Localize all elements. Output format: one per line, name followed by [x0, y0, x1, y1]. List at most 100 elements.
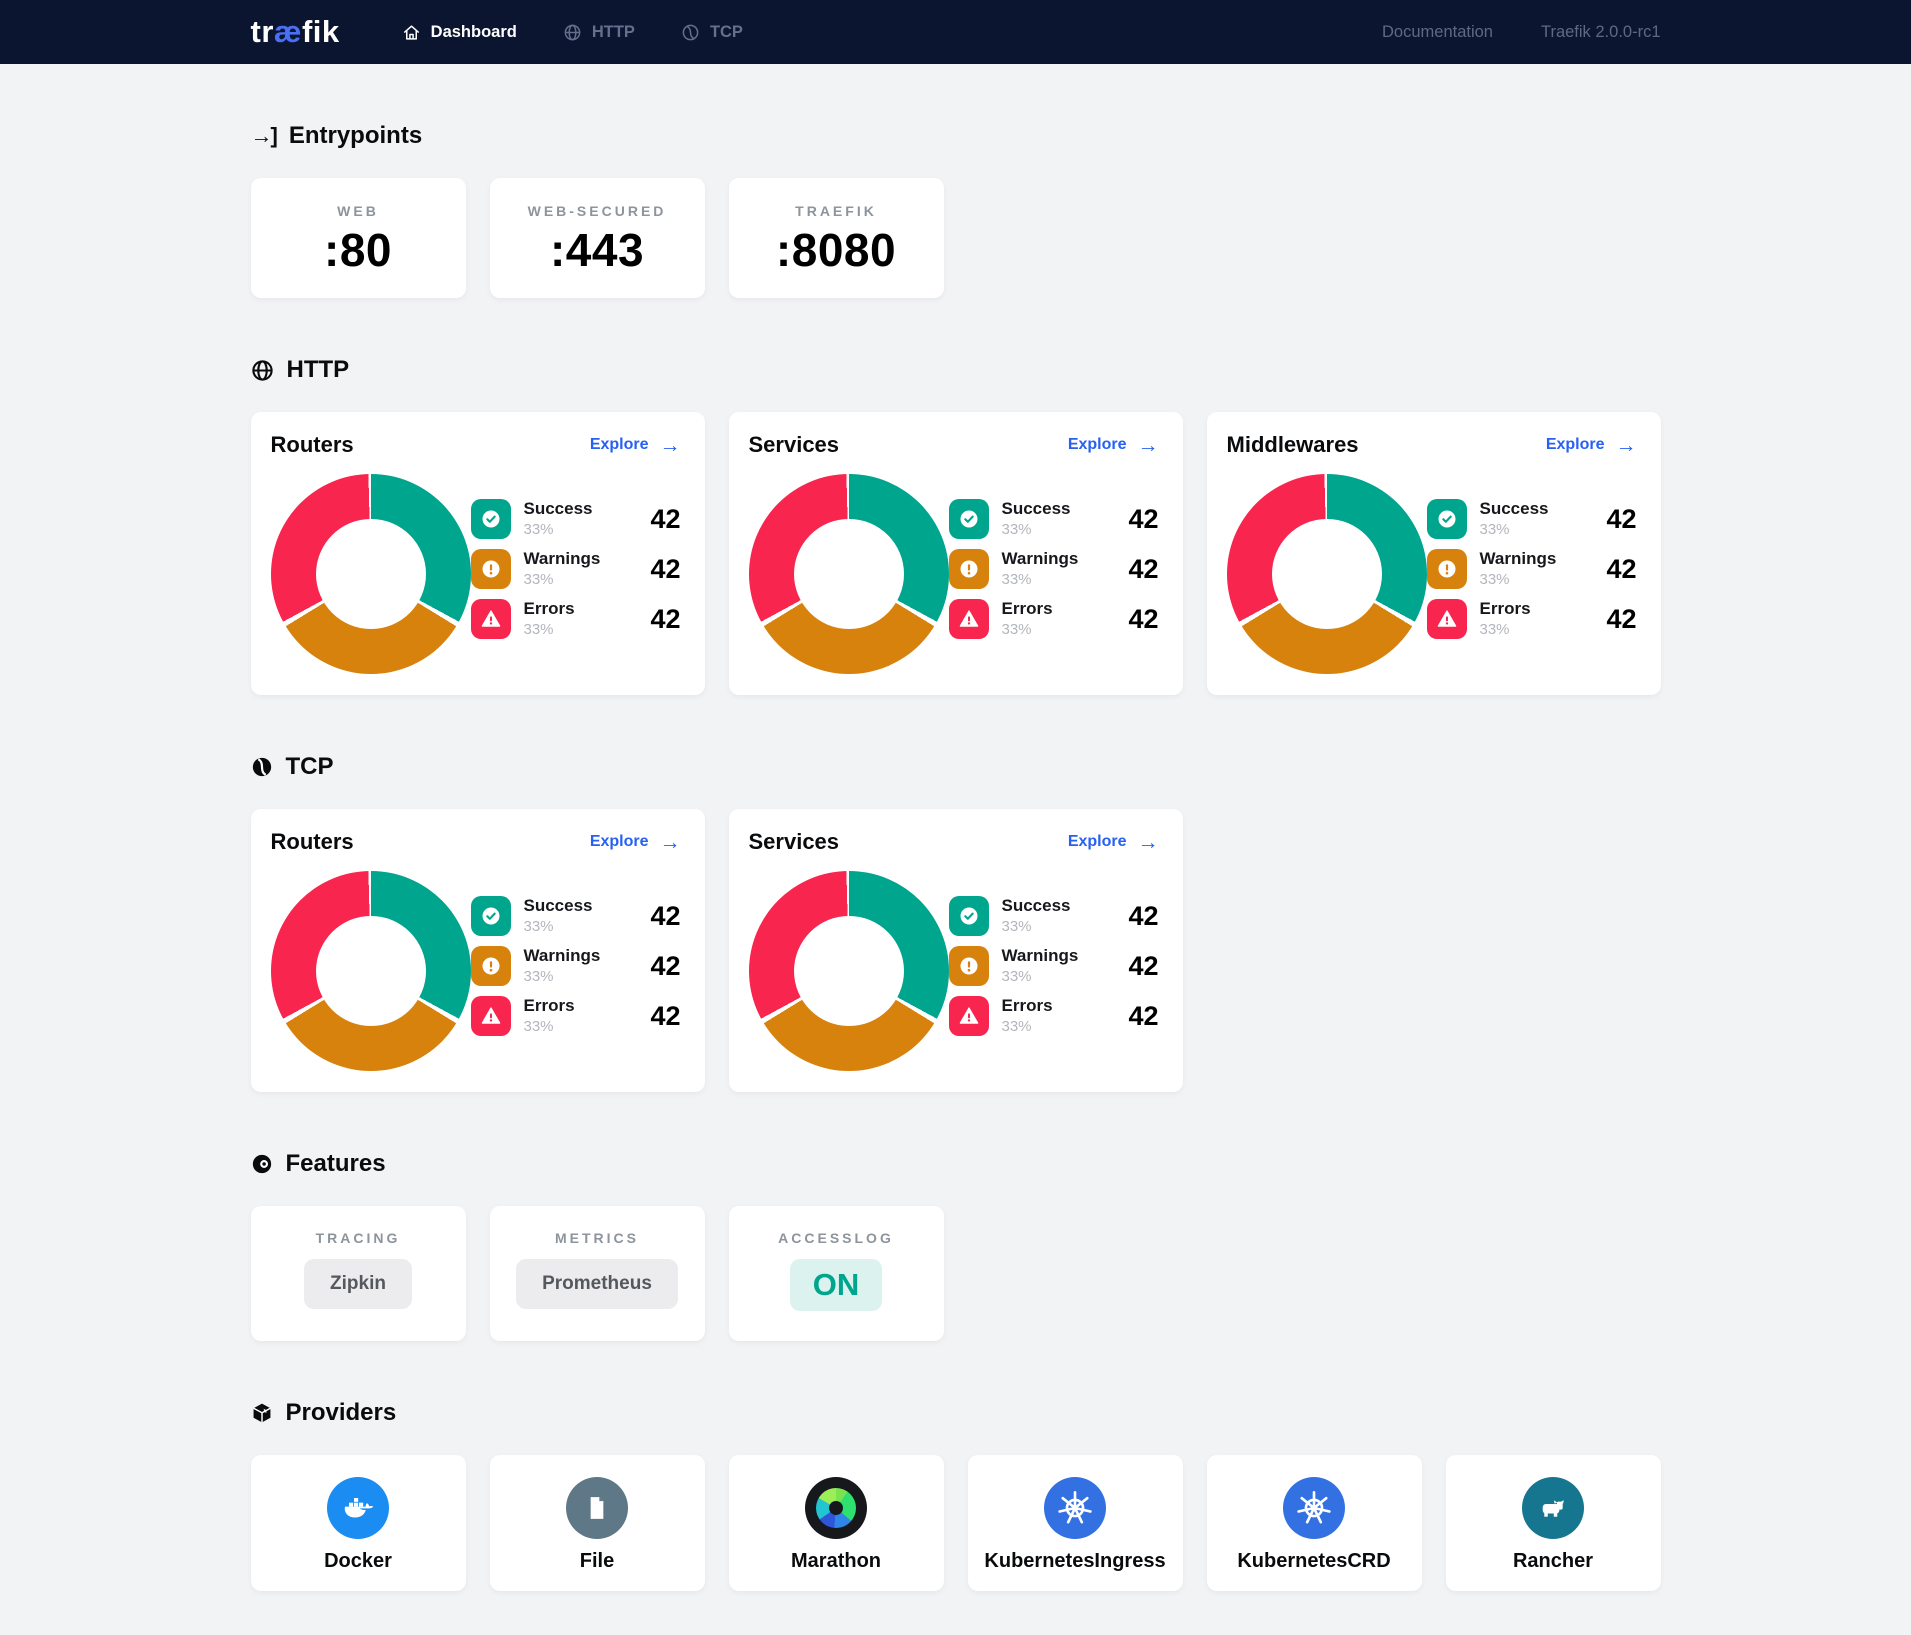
entrypoint-port: :8080 — [729, 223, 944, 277]
entrypoints-row: WEB :80 WEB-SECURED :443 TRAEFIK :8080 — [251, 178, 1661, 298]
docker-icon — [327, 1477, 389, 1539]
warning-triangle-icon — [949, 599, 989, 639]
explore-link[interactable]: Explore → — [1068, 832, 1159, 853]
providers-section-header: Providers — [251, 1399, 1661, 1427]
legend-pct: 33% — [1480, 571, 1557, 589]
legend-row-success: Success 33% 42 — [471, 498, 681, 540]
status-legend: Success 33% 42 Warnings 33% 42 — [471, 498, 681, 674]
provider-name: KubernetesCRD — [1207, 1550, 1422, 1573]
nav-label: TCP — [710, 23, 743, 42]
card-title: Routers — [271, 829, 354, 855]
legend-pct: 33% — [1002, 968, 1079, 986]
nav-item-tcp[interactable]: TCP — [681, 23, 743, 42]
legend-pct: 33% — [524, 621, 575, 639]
explore-label: Explore — [1068, 436, 1127, 454]
kubernetes-icon — [1283, 1477, 1345, 1539]
section-title: Entrypoints — [289, 122, 422, 150]
arrow-right-icon: → — [660, 435, 681, 456]
legend-pct: 33% — [1002, 918, 1071, 936]
status-donut-chart — [1227, 474, 1427, 674]
legend-row-warnings: Warnings 33% 42 — [1427, 548, 1637, 590]
explore-link[interactable]: Explore → — [1068, 435, 1159, 456]
exclamation-circle-icon — [471, 946, 511, 986]
explore-link[interactable]: Explore → — [590, 435, 681, 456]
entrypoints-icon: →] — [251, 123, 276, 149]
logo-part-accent: æ — [274, 14, 302, 49]
entrypoint-card-web: WEB :80 — [251, 178, 466, 298]
nav-label: Dashboard — [431, 23, 517, 42]
provider-name: File — [490, 1550, 705, 1573]
legend-label: Success — [524, 499, 593, 519]
provider-card-kubernetes-crd: KubernetesCRD — [1207, 1455, 1422, 1591]
feature-name: METRICS — [490, 1230, 705, 1246]
feature-status-on-pill: ON — [790, 1259, 883, 1311]
legend-row-errors: Errors33% 42 — [471, 995, 681, 1037]
entrypoint-name: WEB — [251, 203, 466, 219]
http-cards-row: Routers Explore → Success33% 42 — [251, 412, 1661, 695]
tcp-icon — [251, 756, 273, 778]
rancher-icon — [1522, 1477, 1584, 1539]
legend-label: Warnings — [1002, 549, 1079, 569]
legend-pct: 33% — [524, 1018, 575, 1036]
warning-triangle-icon — [949, 996, 989, 1036]
provider-name: Rancher — [1446, 1550, 1661, 1573]
feature-card-tracing: TRACING Zipkin — [251, 1206, 466, 1341]
status-donut-chart — [271, 474, 471, 674]
status-legend: Success33% 42 Warnings 33% 42 — [1427, 498, 1637, 674]
exclamation-circle-icon — [949, 549, 989, 589]
tcp-cards-row: Routers Explore → Success33% 42 — [251, 809, 1661, 1092]
card-title: Services — [749, 432, 840, 458]
legend-pct: 33% — [524, 521, 593, 539]
legend-label: Warnings — [1480, 549, 1557, 569]
top-navbar: træfik Dashboard HTTP — [0, 0, 1911, 64]
dashboard-main: →] Entrypoints WEB :80 WEB-SECURED :443 … — [251, 122, 1661, 1635]
legend-value: 42 — [650, 504, 680, 535]
legend-row-errors: Errors33% 42 — [949, 995, 1159, 1037]
legend-value: 42 — [1128, 554, 1158, 585]
legend-label: Success — [524, 896, 593, 916]
legend-value: 42 — [650, 951, 680, 982]
explore-link[interactable]: Explore → — [1546, 435, 1637, 456]
legend-row-errors: Errors33% 42 — [1427, 598, 1637, 640]
legend-label: Errors — [1002, 599, 1053, 619]
legend-row-warnings: Warnings33% 42 — [949, 945, 1159, 987]
http-services-card: Services Explore → Success33% 42 — [729, 412, 1183, 695]
traefik-logo: træfik — [251, 14, 340, 50]
legend-row-success: Success33% 42 — [1427, 498, 1637, 540]
status-legend: Success33% 42 Warnings33% 42 — [949, 498, 1159, 674]
features-row: TRACING Zipkin METRICS Prometheus ACCESS… — [251, 1206, 1661, 1341]
legend-label: Warnings — [524, 549, 601, 569]
explore-link[interactable]: Explore → — [590, 832, 681, 853]
section-title: TCP — [286, 753, 334, 781]
globe-icon — [251, 359, 274, 382]
http-section-header: HTTP — [251, 356, 1661, 384]
entrypoint-port: :80 — [251, 223, 466, 277]
legend-row-warnings: Warnings33% 42 — [949, 548, 1159, 590]
legend-row-success: Success33% 42 — [471, 895, 681, 937]
nav-item-dashboard[interactable]: Dashboard — [402, 23, 517, 42]
feature-value-pill: Prometheus — [516, 1259, 678, 1309]
features-section-header: Features — [251, 1150, 1661, 1178]
version-link[interactable]: Traefik 2.0.0-rc1 — [1541, 23, 1661, 42]
entrypoint-card-traefik: TRAEFIK :8080 — [729, 178, 944, 298]
legend-label: Errors — [524, 996, 575, 1016]
tcp-icon — [681, 23, 700, 42]
status-legend: Success33% 42 Warnings33% 42 — [471, 895, 681, 1071]
logo-part: fik — [302, 14, 340, 49]
documentation-link[interactable]: Documentation — [1382, 23, 1493, 42]
legend-value: 42 — [650, 554, 680, 585]
legend-value: 42 — [1606, 554, 1636, 585]
exclamation-circle-icon — [1427, 549, 1467, 589]
section-title: HTTP — [287, 356, 350, 384]
provider-card-rancher: Rancher — [1446, 1455, 1661, 1591]
provider-card-marathon: Marathon — [729, 1455, 944, 1591]
check-circle-icon — [1427, 499, 1467, 539]
legend-row-errors: Errors33% 42 — [471, 598, 681, 640]
arrow-right-icon: → — [660, 832, 681, 853]
nav-item-http[interactable]: HTTP — [563, 23, 635, 42]
provider-name: Docker — [251, 1550, 466, 1573]
http-routers-card: Routers Explore → Success33% 42 — [251, 412, 705, 695]
status-donut-chart — [749, 474, 949, 674]
legend-value: 42 — [1128, 901, 1158, 932]
arrow-right-icon: → — [1138, 435, 1159, 456]
